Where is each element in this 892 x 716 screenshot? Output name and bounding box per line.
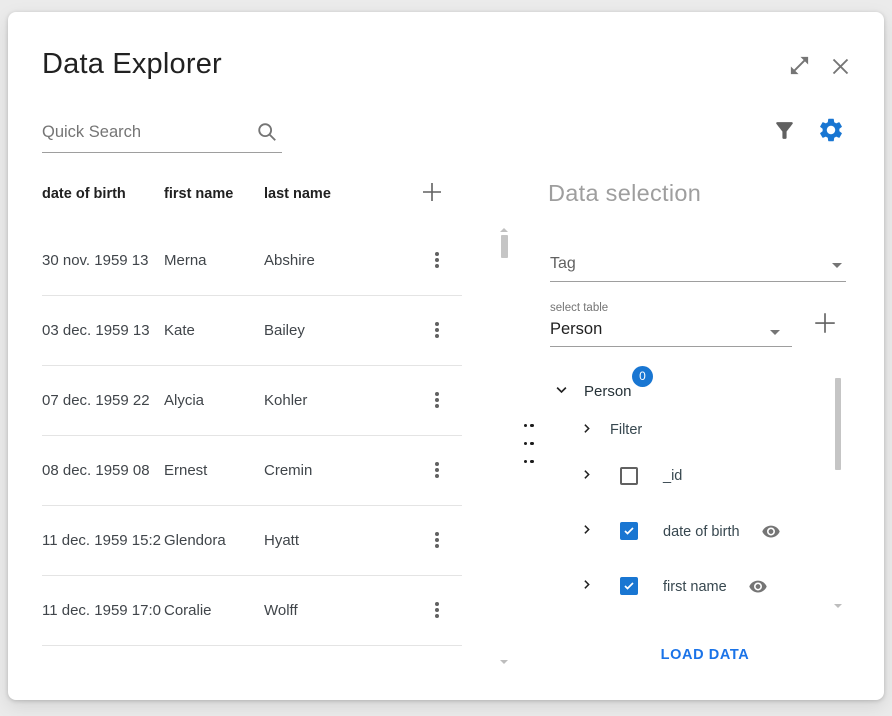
row-menu-icon[interactable] <box>428 390 446 410</box>
tree-node-label: _id <box>663 468 682 484</box>
cell-first-name: Merna <box>164 252 260 269</box>
column-header-first-name[interactable]: first name <box>164 186 233 202</box>
settings-button[interactable] <box>817 116 845 144</box>
row-menu-icon[interactable] <box>428 530 446 550</box>
row-menu-icon[interactable] <box>428 460 446 480</box>
search-input[interactable] <box>42 115 248 149</box>
table-select-value: Person <box>550 320 602 339</box>
cell-date: 11 dec. 1959 15:2 <box>42 532 161 549</box>
tree-node-label: Person <box>584 383 632 400</box>
scrollbar-down-arrow[interactable] <box>500 660 508 664</box>
scrollbar-thumb[interactable] <box>501 235 508 258</box>
eye-icon[interactable] <box>760 522 782 546</box>
close-button[interactable] <box>830 56 851 77</box>
chevron-down-icon <box>770 330 780 335</box>
tree-scrollbar-down-arrow[interactable] <box>834 604 842 608</box>
eye-icon[interactable] <box>747 577 769 601</box>
open-in-full-icon <box>788 65 811 80</box>
scrollbar-up-arrow[interactable] <box>500 228 508 232</box>
chevron-down-icon <box>832 263 842 268</box>
plus-icon <box>420 192 444 207</box>
quick-search-field <box>42 115 282 153</box>
cell-first-name: Ernest <box>164 462 260 479</box>
filter-button[interactable] <box>772 118 797 143</box>
field-checkbox[interactable] <box>620 522 638 540</box>
cell-last-name: Bailey <box>264 322 384 339</box>
cell-date: 11 dec. 1959 17:0 <box>42 602 161 619</box>
cell-first-name: Alycia <box>164 392 260 409</box>
cell-first-name: Coralie <box>164 602 260 619</box>
load-data-button[interactable]: LOAD DATA <box>627 640 783 670</box>
select-table-label: select table <box>550 302 608 314</box>
tree-node-filter[interactable]: Filter <box>580 422 593 440</box>
table-row[interactable]: 03 dec. 1959 13 Kate Bailey <box>42 296 462 366</box>
cell-last-name: Wolff <box>264 602 384 619</box>
column-header-last-name[interactable]: last name <box>264 186 331 202</box>
table-row[interactable]: 08 dec. 1959 08 Ernest Cremin <box>42 436 462 506</box>
chevron-right-icon[interactable] <box>580 422 593 440</box>
cell-date: 30 nov. 1959 13 <box>42 252 161 269</box>
cell-last-name: Cremin <box>264 462 384 479</box>
cell-first-name: Kate <box>164 322 260 339</box>
tag-select[interactable]: Tag <box>550 250 846 282</box>
filter-icon <box>772 131 797 146</box>
close-icon <box>830 65 851 80</box>
cell-last-name: Hyatt <box>264 532 384 549</box>
tree-scrollbar-thumb[interactable] <box>835 378 841 470</box>
count-badge: 0 <box>632 366 653 387</box>
tree-node-label: first name <box>663 579 727 595</box>
tree-node-date-of-birth[interactable]: date of birth <box>580 523 840 543</box>
tree-node-first-name[interactable]: first name <box>580 578 840 598</box>
row-menu-icon[interactable] <box>428 600 446 620</box>
search-icon <box>256 121 278 148</box>
cell-date: 03 dec. 1959 13 <box>42 322 161 339</box>
panel-title: Data selection <box>548 180 701 207</box>
tree-node-person[interactable]: Person 0 <box>554 382 569 402</box>
data-explorer-dialog: Data Explorer date of birth first name l… <box>8 12 884 700</box>
cell-first-name: Glendora <box>164 532 260 549</box>
expand-button[interactable] <box>788 54 811 77</box>
tree-node-label: Filter <box>610 422 642 438</box>
field-checkbox[interactable] <box>620 577 638 595</box>
cell-date: 07 dec. 1959 22 <box>42 392 161 409</box>
results-table: 30 nov. 1959 13 Merna Abshire 03 dec. 19… <box>42 226 462 646</box>
row-menu-icon[interactable] <box>428 250 446 270</box>
table-row[interactable]: 07 dec. 1959 22 Alycia Kohler <box>42 366 462 436</box>
add-column-button[interactable] <box>420 180 444 204</box>
row-menu-icon[interactable] <box>428 320 446 340</box>
plus-icon <box>812 324 838 339</box>
add-table-button[interactable] <box>812 310 838 336</box>
chevron-down-icon[interactable] <box>554 382 569 402</box>
table-row[interactable]: 11 dec. 1959 15:2 Glendora Hyatt <box>42 506 462 576</box>
tag-select-label: Tag <box>550 255 576 273</box>
tree-node-label: date of birth <box>663 524 740 540</box>
cell-date: 08 dec. 1959 08 <box>42 462 161 479</box>
cell-last-name: Kohler <box>264 392 384 409</box>
chevron-right-icon[interactable] <box>580 468 593 486</box>
column-header-date-of-birth[interactable]: date of birth <box>42 186 126 202</box>
tree-node-id[interactable]: _id <box>580 468 840 488</box>
table-row[interactable]: 11 dec. 1959 17:0 Coralie Wolff <box>42 576 462 646</box>
table-row[interactable]: 30 nov. 1959 13 Merna Abshire <box>42 226 462 296</box>
gear-icon <box>817 132 845 147</box>
chevron-right-icon[interactable] <box>580 523 593 541</box>
cell-last-name: Abshire <box>264 252 384 269</box>
page-title: Data Explorer <box>42 48 222 81</box>
table-select[interactable]: Person <box>550 316 792 347</box>
drag-handle-icon[interactable] <box>522 416 538 434</box>
chevron-right-icon[interactable] <box>580 578 593 596</box>
field-checkbox[interactable] <box>620 467 638 485</box>
